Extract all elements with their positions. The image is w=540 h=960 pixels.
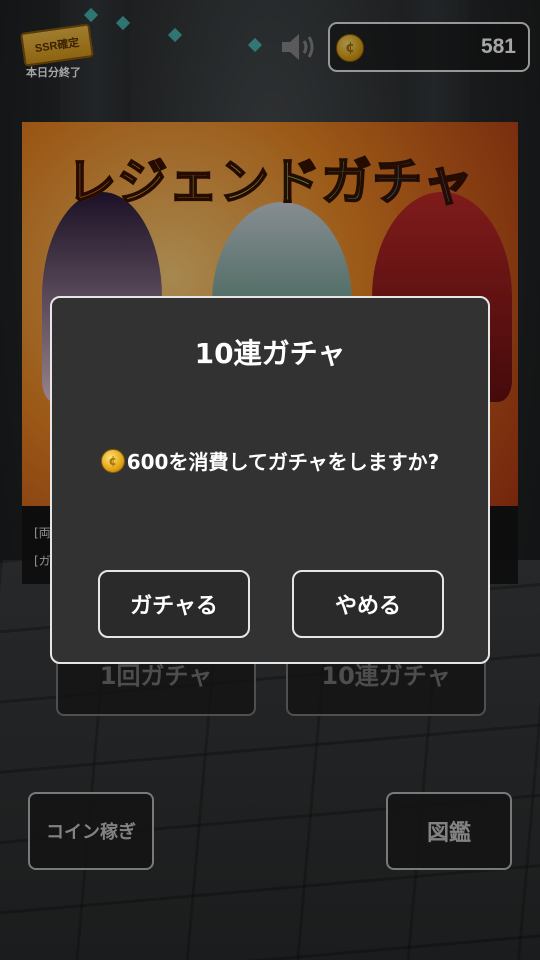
confirm-gacha-button[interactable]: ガチャる: [98, 570, 250, 638]
coin-icon: ¢: [100, 448, 125, 473]
dialog-title: 10連ガチャ: [194, 337, 346, 370]
dialog-message: ¢ 600を消費してガチャをしますか?: [52, 446, 488, 475]
dialog-message-text: 600を消費してガチャをしますか?: [126, 450, 440, 474]
confirm-dialog: 10連ガチャ ¢ 600を消費してガチャをしますか? ガチャる やめる: [50, 296, 490, 664]
cancel-button[interactable]: やめる: [292, 570, 444, 638]
